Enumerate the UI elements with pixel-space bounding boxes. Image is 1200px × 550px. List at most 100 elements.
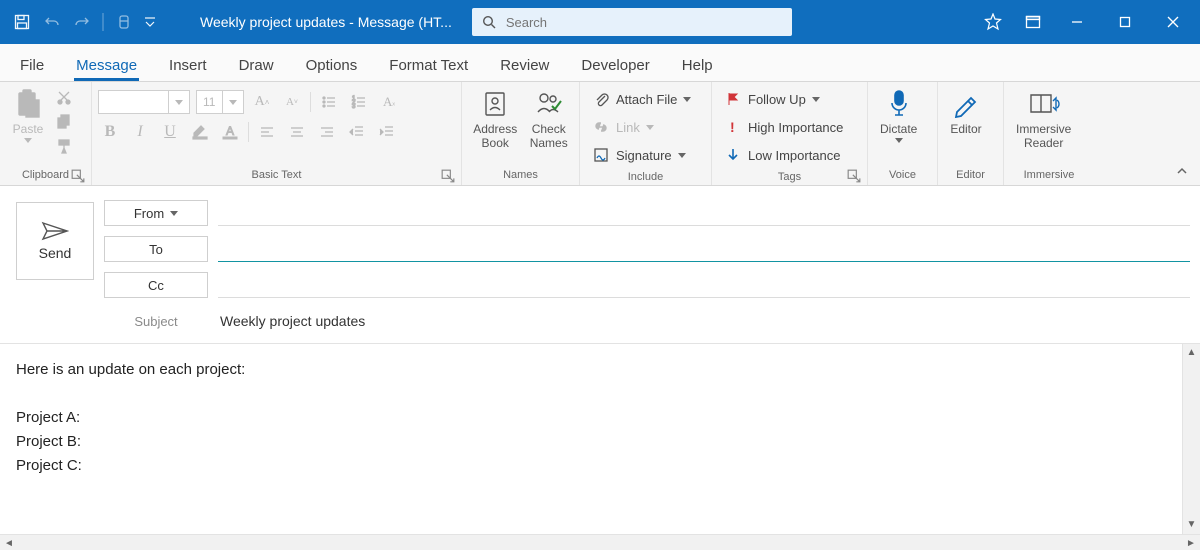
check-names-button[interactable]: Check Names [524, 86, 573, 150]
tab-review[interactable]: Review [498, 49, 551, 81]
ribbon-display-icon[interactable] [1014, 0, 1052, 44]
group-names: Address Book Check Names Names [462, 82, 580, 185]
immersive-reader-button[interactable]: Immersive Reader [1010, 86, 1077, 150]
maximize-button[interactable] [1102, 0, 1148, 44]
group-tags: Follow Up ! High Importance Low Importan… [712, 82, 868, 185]
dialog-launcher-icon[interactable] [847, 169, 861, 183]
dialog-launcher-icon[interactable] [71, 169, 85, 183]
scroll-right-icon[interactable]: ► [1182, 535, 1200, 550]
cc-field[interactable] [218, 272, 1190, 298]
scroll-up-icon[interactable]: ▲ [1183, 344, 1200, 362]
dictate-button[interactable]: Dictate [874, 86, 923, 143]
bold-button[interactable]: B [98, 120, 122, 144]
group-label: Editor [956, 169, 985, 181]
search-input[interactable] [504, 14, 782, 31]
scroll-left-icon[interactable]: ◄ [0, 535, 18, 550]
follow-up-button[interactable]: Follow Up [718, 86, 826, 112]
tab-file[interactable]: File [18, 49, 46, 81]
italic-button[interactable]: I [128, 120, 152, 144]
divider-icon [98, 8, 108, 36]
body-line: Here is an update on each project: [16, 358, 1182, 382]
bullets-button[interactable] [317, 90, 341, 114]
link-button[interactable]: Link [586, 114, 660, 140]
group-label: Names [503, 169, 538, 181]
scroll-down-icon[interactable]: ▼ [1183, 516, 1200, 534]
clear-formatting-button[interactable]: Aₓ [377, 90, 401, 114]
font-color-button[interactable]: A [218, 120, 242, 144]
format-painter-button[interactable] [52, 134, 76, 158]
ribbon-tabs: File Message Insert Draw Options Format … [0, 44, 1200, 82]
close-button[interactable] [1150, 0, 1196, 44]
from-field[interactable] [218, 200, 1190, 226]
increase-indent-button[interactable] [375, 120, 399, 144]
flag-icon [724, 90, 742, 108]
cc-button[interactable]: Cc [104, 272, 208, 298]
tab-options[interactable]: Options [304, 49, 360, 81]
qat-customize-icon[interactable] [140, 8, 160, 36]
paste-button[interactable]: Paste [6, 86, 50, 143]
send-button[interactable]: Send [16, 202, 94, 280]
group-label: Immersive [1024, 169, 1075, 181]
tab-developer[interactable]: Developer [579, 49, 651, 81]
tab-insert[interactable]: Insert [167, 49, 209, 81]
address-book-icon [479, 88, 511, 120]
dialog-launcher-icon[interactable] [441, 169, 455, 183]
redo-icon[interactable] [68, 8, 96, 36]
address-book-button[interactable]: Address Book [468, 86, 522, 150]
vertical-scrollbar[interactable]: ▲ ▼ [1182, 344, 1200, 534]
collapse-ribbon-button[interactable] [1172, 161, 1192, 181]
grow-font-button[interactable]: A˄ [250, 90, 274, 114]
save-icon[interactable] [8, 8, 36, 36]
header-buttons: From To Cc Subject [104, 200, 208, 343]
decrease-indent-button[interactable] [345, 120, 369, 144]
to-button[interactable]: To [104, 236, 208, 262]
align-center-button[interactable] [285, 120, 309, 144]
attach-file-button[interactable]: Attach File [586, 86, 697, 112]
font-size-combo[interactable]: 11 [196, 90, 244, 114]
high-importance-button[interactable]: ! High Importance [718, 114, 849, 140]
underline-button[interactable]: U [158, 120, 182, 144]
search-box[interactable] [472, 8, 792, 36]
body-line: Project C: [16, 454, 1182, 478]
undo-icon[interactable] [38, 8, 66, 36]
address-book-label: Address Book [473, 122, 517, 150]
to-field[interactable] [218, 236, 1190, 262]
quick-access-toolbar [0, 8, 160, 36]
compose-header: Send From To Cc Subject Weekly project u… [0, 186, 1200, 344]
align-left-button[interactable] [255, 120, 279, 144]
minimize-button[interactable] [1054, 0, 1100, 44]
coming-soon-icon[interactable] [974, 0, 1012, 44]
group-editor: Editor Editor [938, 82, 1004, 185]
low-importance-button[interactable]: Low Importance [718, 142, 847, 168]
cut-button[interactable] [52, 86, 76, 110]
group-label: Basic Text [252, 169, 302, 181]
from-button[interactable]: From [104, 200, 208, 226]
svg-text:3: 3 [352, 104, 356, 110]
tab-help[interactable]: Help [680, 49, 715, 81]
tab-message[interactable]: Message [74, 49, 139, 81]
message-body[interactable]: Here is an update on each project: Proje… [0, 344, 1200, 534]
tab-format-text[interactable]: Format Text [387, 49, 470, 81]
window-title: Weekly project updates - Message (HT... [200, 14, 452, 30]
body-line: Project A: [16, 406, 1182, 430]
group-label: Include [628, 171, 663, 183]
align-right-button[interactable] [315, 120, 339, 144]
group-voice: Dictate Voice [868, 82, 938, 185]
font-name-combo[interactable] [98, 90, 190, 114]
group-label: Tags [778, 171, 801, 183]
horizontal-scrollbar[interactable]: ◄ ► [0, 534, 1200, 550]
numbering-button[interactable]: 123 [347, 90, 371, 114]
low-importance-icon [724, 146, 742, 164]
tab-draw[interactable]: Draw [237, 49, 276, 81]
touch-mouse-icon[interactable] [110, 8, 138, 36]
high-importance-icon: ! [724, 118, 742, 136]
signature-button[interactable]: Signature [586, 142, 692, 168]
highlight-button[interactable] [188, 120, 212, 144]
shrink-font-button[interactable]: A˅ [280, 90, 304, 114]
copy-button[interactable] [52, 110, 76, 134]
search-icon [482, 15, 496, 29]
subject-label: Subject [104, 308, 208, 334]
editor-button[interactable]: Editor [944, 86, 988, 136]
subject-field[interactable]: Weekly project updates [218, 308, 1190, 334]
body-line [16, 382, 1182, 406]
